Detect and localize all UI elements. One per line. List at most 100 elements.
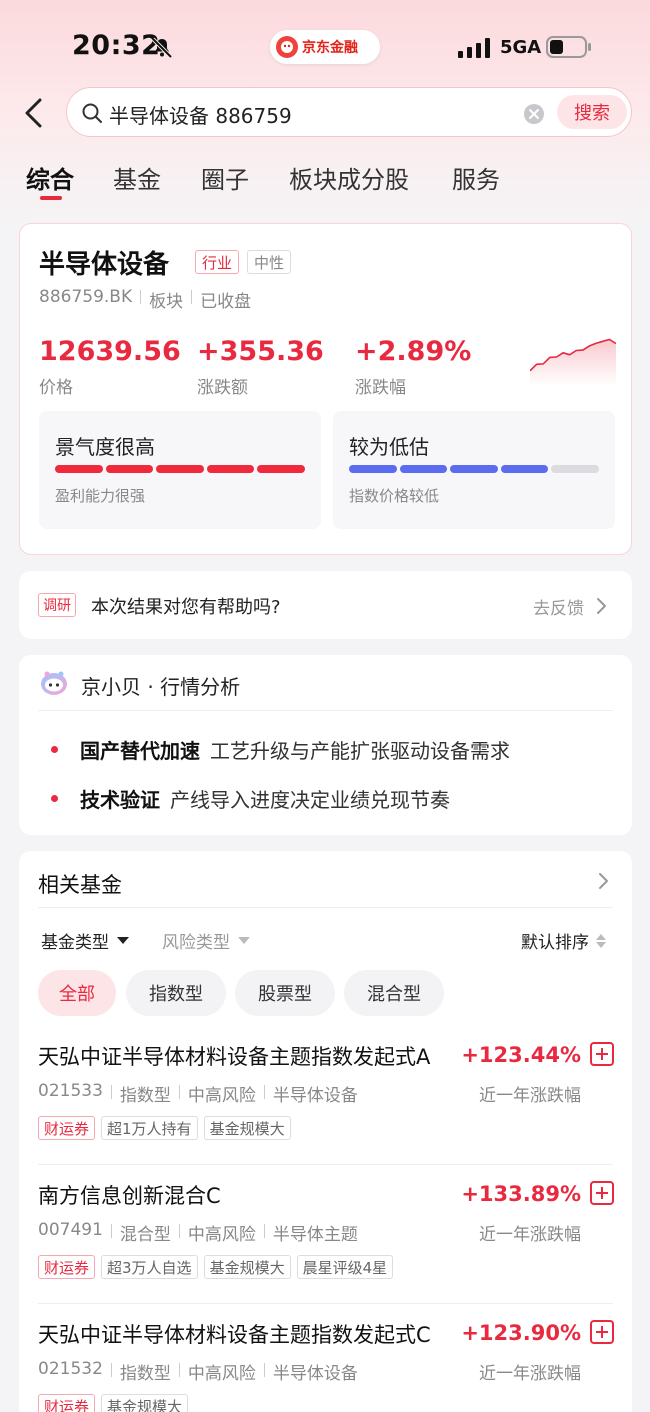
- brand-name: 京东金融: [302, 40, 358, 56]
- fund-return: +123.44%: [461, 1043, 581, 1067]
- risk-type-filter-label: 风险类型: [162, 933, 230, 953]
- tab-services[interactable]: 服务: [452, 160, 500, 195]
- fund-return-period: 近一年涨跌幅: [479, 1364, 581, 1384]
- fund-tag: 基金规模大: [101, 1394, 189, 1412]
- fund-list-item[interactable]: 天弘中证半导体材料设备主题指数发起式C +123.90% 021532 指数型 …: [38, 1319, 614, 1412]
- level-segment: [349, 465, 397, 473]
- sector-code: 886759.BK: [39, 287, 133, 307]
- add-watchlist-icon[interactable]: [590, 1320, 614, 1344]
- level-segment: [257, 465, 305, 473]
- sector-quote-card[interactable]: 半导体设备 行业 中性 886759.BK 板块 已收盘 12639.56 价格…: [19, 223, 632, 555]
- fund-list-item[interactable]: 南方信息创新混合C +133.89% 007491 混合型 中高风险 半导体主题…: [38, 1180, 614, 1315]
- analysis-point-text: 产线导入进度决定业绩兑现节奏: [170, 788, 450, 812]
- fund-risk: 中高风险: [187, 1225, 256, 1245]
- fund-code: 007491: [38, 1220, 103, 1240]
- analysis-point-title: 技术验证: [80, 788, 160, 812]
- divider: [38, 710, 613, 711]
- fund-meta: 007491 混合型 中高风险 半导体主题: [38, 1220, 358, 1245]
- fund-tag: 财运券: [38, 1394, 96, 1412]
- chip-all[interactable]: 全部: [38, 970, 116, 1016]
- caret-down-icon: [117, 937, 129, 944]
- tab-circles[interactable]: 圈子: [201, 160, 249, 195]
- market-status: 已收盘: [200, 292, 252, 312]
- tab-constituents[interactable]: 板块成分股: [289, 160, 409, 195]
- valuation-title: 较为低估: [349, 435, 429, 459]
- market-analysis-card[interactable]: 京小贝 · 行情分析 国产替代加速 工艺升级与产能扩张驱动设备需求 技术验证 产…: [19, 655, 632, 835]
- analysis-point: 国产替代加速 工艺升级与产能扩张驱动设备需求: [51, 735, 510, 764]
- mute-bell-icon: [151, 37, 173, 59]
- fund-meta: 021533 指数型 中高风险 半导体设备: [38, 1081, 358, 1106]
- change-pct-value: +2.89%: [355, 336, 472, 367]
- fund-type-filter[interactable]: 基金类型: [41, 928, 129, 953]
- fund-tag: 超3万人自选: [101, 1255, 198, 1279]
- analysis-point-text: 工艺升级与产能扩张驱动设备需求: [210, 739, 510, 763]
- fund-tag: 基金规模大: [203, 1255, 291, 1279]
- sentiment-tag: 中性: [247, 250, 292, 274]
- valuation-level-bar: [349, 465, 599, 473]
- add-watchlist-icon[interactable]: [590, 1181, 614, 1205]
- clear-icon[interactable]: [523, 103, 545, 125]
- sort-label: 默认排序: [521, 933, 589, 953]
- valuation-metric[interactable]: 较为低估 指数价格较低: [333, 411, 615, 529]
- related-funds-title[interactable]: 相关基金: [38, 869, 122, 899]
- tab-funds[interactable]: 基金: [113, 160, 161, 195]
- fund-list-item[interactable]: 天弘中证半导体材料设备主题指数发起式A +123.44% 021533 指数型 …: [38, 1041, 614, 1176]
- fund-type-filter-label: 基金类型: [41, 933, 109, 953]
- level-segment: [206, 465, 255, 473]
- bullet-dot: [51, 795, 58, 802]
- analysis-point: 技术验证 产线导入进度决定业绩兑现节奏: [51, 784, 450, 813]
- chip-hybrid[interactable]: 混合型: [344, 970, 444, 1016]
- chevron-right-icon[interactable]: [597, 872, 609, 890]
- sort-selector[interactable]: 默认排序: [521, 928, 607, 953]
- chevron-right-icon[interactable]: [595, 597, 607, 615]
- search-bar[interactable]: 半导体设备 886759 搜索: [66, 87, 632, 137]
- change-value: +355.36: [197, 336, 324, 367]
- intraday-sparkline[interactable]: [530, 332, 616, 386]
- change-pct-label: 涨跌幅: [355, 378, 406, 398]
- risk-type-filter[interactable]: 风险类型: [162, 928, 250, 953]
- industry-tag: 行业: [195, 250, 240, 274]
- divider: [38, 1303, 613, 1304]
- add-watchlist-icon[interactable]: [590, 1042, 614, 1066]
- fund-code: 021532: [38, 1359, 103, 1379]
- sector-name: 半导体设备: [39, 250, 170, 280]
- chip-stock[interactable]: 股票型: [235, 970, 335, 1016]
- level-segment: [55, 465, 103, 473]
- feedback-link[interactable]: 去反馈: [533, 594, 584, 619]
- sort-arrows-icon: [596, 933, 606, 948]
- fund-name: 南方信息创新混合C: [38, 1184, 221, 1208]
- level-segment: [450, 465, 498, 473]
- price-value: 12639.56: [39, 336, 181, 367]
- fund-theme: 半导体设备: [272, 1086, 358, 1106]
- fund-theme: 半导体设备: [272, 1364, 358, 1384]
- fund-theme: 半导体主题: [272, 1225, 358, 1245]
- tab-overview[interactable]: 综合: [26, 160, 74, 195]
- level-segment: [551, 465, 599, 473]
- battery-icon: [546, 36, 591, 58]
- level-segment: [156, 465, 204, 473]
- back-arrow-icon[interactable]: [22, 98, 46, 128]
- fund-tag: 财运券: [38, 1116, 96, 1140]
- survey-tag: 调研: [38, 593, 76, 617]
- brand-badge[interactable]: 京东金融: [270, 30, 380, 64]
- prosperity-title: 景气度很高: [55, 435, 155, 459]
- fund-tag: 晨星评级4星: [296, 1255, 394, 1279]
- divider: [38, 907, 613, 908]
- change-label: 涨跌额: [197, 378, 248, 398]
- sector-sub-info: 886759.BK 板块 已收盘: [39, 287, 251, 312]
- search-button[interactable]: 搜索: [557, 95, 627, 129]
- fund-return: +133.89%: [461, 1182, 581, 1206]
- fund-name: 天弘中证半导体材料设备主题指数发起式C: [38, 1323, 431, 1347]
- fund-tag: 基金规模大: [203, 1116, 291, 1140]
- tab-bar: 综合 基金 圈子 板块成分股 服务: [0, 160, 650, 210]
- network-type: 5GA: [500, 37, 542, 58]
- active-tab-indicator: [40, 196, 62, 200]
- fund-name: 天弘中证半导体材料设备主题指数发起式A: [38, 1045, 431, 1069]
- sparkline-area: [530, 339, 616, 386]
- assistant-avatar-icon: [41, 671, 67, 695]
- search-input[interactable]: 半导体设备 886759: [109, 100, 292, 129]
- fund-return-period: 近一年涨跌幅: [479, 1225, 581, 1245]
- chip-index[interactable]: 指数型: [126, 970, 226, 1016]
- prosperity-metric[interactable]: 景气度很高 盈利能力很强: [39, 411, 321, 529]
- feedback-card[interactable]: 调研 本次结果对您有帮助吗? 去反馈: [19, 571, 632, 639]
